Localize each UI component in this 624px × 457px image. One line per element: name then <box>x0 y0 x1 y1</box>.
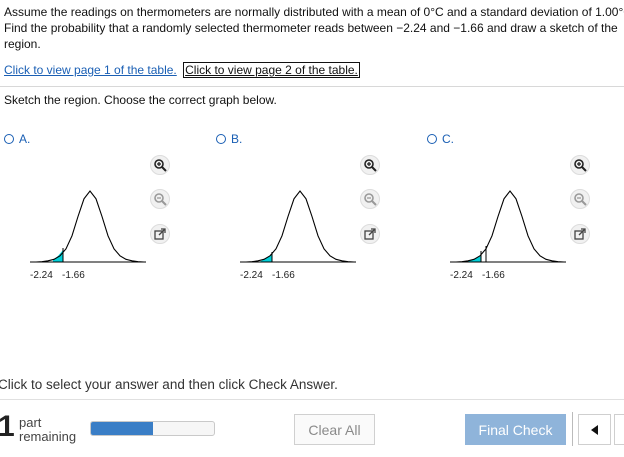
option-c-zoom-out-button[interactable] <box>570 189 590 209</box>
option-b-radio[interactable] <box>216 134 226 144</box>
instruction-text: Sketch the region. Choose the correct gr… <box>4 93 277 107</box>
clear-all-button[interactable]: Clear All <box>294 414 375 445</box>
option-b-popout-button[interactable] <box>360 224 380 244</box>
question-text: Assume the readings on thermometers are … <box>4 5 624 51</box>
parts-remaining-count: 1 <box>0 410 15 443</box>
option-a[interactable]: A. <box>4 132 30 146</box>
normal-curve <box>245 190 355 263</box>
part-line: part <box>19 415 42 430</box>
option-c-graph: -2.24 -1.66 <box>450 190 566 281</box>
button-separator <box>572 412 573 446</box>
option-b[interactable]: B. <box>216 132 242 146</box>
option-b-label: B. <box>231 132 243 146</box>
normal-curve <box>455 190 565 263</box>
option-c-label: C. <box>442 132 454 146</box>
progress-fill <box>91 422 153 435</box>
zoom-out-icon <box>574 193 587 206</box>
parts-remaining-label: part remaining <box>19 416 76 444</box>
shaded-region <box>259 253 272 262</box>
remaining-line: remaining <box>19 429 77 444</box>
triangle-left-icon <box>590 424 598 435</box>
popout-icon <box>574 228 586 240</box>
tick-label-right: -1.66 <box>482 270 505 281</box>
option-a-label: A. <box>19 132 31 146</box>
option-a-popout-button[interactable] <box>150 224 170 244</box>
option-a-radio[interactable] <box>4 134 14 144</box>
zoom-in-icon <box>364 159 377 172</box>
tick-label-right: -1.66 <box>62 270 85 281</box>
option-b-graph: -2.24 -1.66 <box>240 190 356 281</box>
option-c-zoom-in-button[interactable] <box>570 155 590 175</box>
tick-label-right: -1.66 <box>272 270 295 281</box>
progress-bar <box>90 421 215 436</box>
shaded-region <box>53 250 63 262</box>
popout-icon <box>364 228 376 240</box>
normal-curve <box>35 190 145 263</box>
divider <box>0 86 624 87</box>
answer-prompt: Click to select your answer and then cli… <box>0 377 338 392</box>
zoom-out-icon <box>364 193 377 206</box>
popout-icon <box>154 228 166 240</box>
previous-button[interactable] <box>578 414 611 445</box>
option-b-zoom-in-button[interactable] <box>360 155 380 175</box>
option-a-zoom-out-button[interactable] <box>150 189 170 209</box>
option-a-zoom-in-button[interactable] <box>150 155 170 175</box>
zoom-in-icon <box>574 159 587 172</box>
option-b-zoom-out-button[interactable] <box>360 189 380 209</box>
zoom-out-icon <box>154 193 167 206</box>
final-check-button[interactable]: Final Check <box>465 414 566 445</box>
option-c[interactable]: C. <box>427 132 454 146</box>
table-page-2-link[interactable]: Click to view page 2 of the table. <box>183 62 360 78</box>
next-button[interactable] <box>614 414 624 445</box>
table-page-1-link[interactable]: Click to view page 1 of the table. <box>4 63 177 77</box>
option-c-radio[interactable] <box>427 134 437 144</box>
zoom-in-icon <box>154 159 167 172</box>
tick-label-left: -2.24 <box>450 270 473 281</box>
tick-label-left: -2.24 <box>30 270 53 281</box>
option-c-popout-button[interactable] <box>570 224 590 244</box>
footer-divider <box>0 399 624 400</box>
tick-label-left: -2.24 <box>240 270 263 281</box>
option-a-graph: -2.24 -1.66 <box>30 190 146 281</box>
table-links: Click to view page 1 of the table. Click… <box>4 62 360 78</box>
